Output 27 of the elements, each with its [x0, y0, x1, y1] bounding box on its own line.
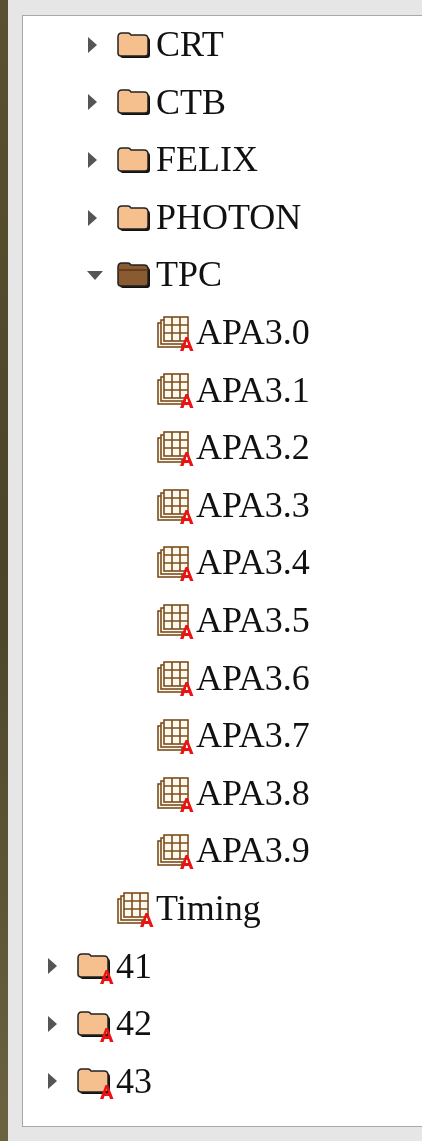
tree-item[interactable]: CTB	[156, 81, 226, 124]
tree-item[interactable]: APA3.3	[196, 484, 310, 527]
expand-arrow-icon[interactable]	[86, 151, 98, 169]
tree-item[interactable]: 42	[116, 1003, 152, 1045]
tree-item[interactable]: FELIX	[156, 139, 258, 181]
expand-arrow-icon[interactable]	[46, 957, 58, 976]
tree-item[interactable]: APA3.9	[196, 830, 310, 872]
expand-arrow-icon[interactable]	[46, 1072, 58, 1091]
tree-item[interactable]: APA3.7	[196, 715, 310, 757]
expand-arrow-icon[interactable]	[86, 93, 98, 112]
expand-arrow-icon[interactable]	[46, 1014, 58, 1033]
tree-item[interactable]: APA3.5	[196, 600, 310, 642]
tree-item[interactable]: APA3.8	[196, 772, 310, 815]
tree-item[interactable]: APA3.2	[196, 427, 310, 469]
tree-item[interactable]: 41	[116, 945, 152, 987]
tree-item[interactable]: APA3.0	[196, 312, 310, 354]
tree-item[interactable]: APA3.1	[196, 369, 310, 412]
tree-item[interactable]: APA3.6	[196, 657, 310, 699]
tree-item[interactable]: PHOTON	[156, 196, 302, 239]
expand-arrow-icon[interactable]	[86, 35, 98, 54]
tree-item[interactable]: TPC	[156, 254, 223, 296]
tree-item[interactable]: 43	[116, 1060, 152, 1103]
tree-item[interactable]: APA3.4	[196, 542, 310, 584]
expand-arrow-icon[interactable]	[86, 208, 98, 227]
collapse-arrow-icon[interactable]	[86, 269, 104, 282]
tree-item[interactable]: Timing	[156, 888, 261, 930]
tree-item[interactable]: CRT	[156, 24, 224, 66]
